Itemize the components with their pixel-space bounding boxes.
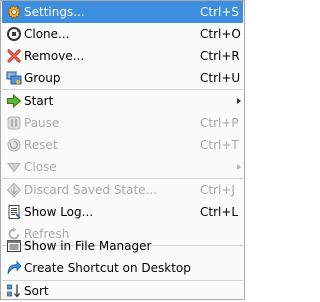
menu-item-shortcut: Ctrl+P <box>200 116 239 130</box>
start-arrow-icon <box>6 93 22 109</box>
menu-item-label: Clone... <box>24 27 70 41</box>
menu-item-settings[interactable]: Settings... Ctrl+S <box>2 1 243 23</box>
remove-icon <box>6 48 22 64</box>
menu-item-show-in-file-manager[interactable]: Show in File Manager <box>2 235 243 257</box>
menu-item-sort[interactable]: Sort <box>2 280 243 302</box>
context-menu: Settings... Ctrl+S Clone... Ctrl+O Remov… <box>0 0 245 300</box>
menu-item-label: Reset <box>24 138 58 152</box>
group-icon <box>6 70 22 86</box>
clone-icon <box>6 26 22 42</box>
menu-item-shortcut: Ctrl+R <box>200 49 240 63</box>
close-icon <box>6 159 22 175</box>
menu-item-discard-saved-state: Discard Saved State... Ctrl+J <box>2 179 243 201</box>
menu-item-label: Pause <box>24 116 60 130</box>
menu-item-show-log[interactable]: Show Log... Ctrl+L <box>2 201 243 223</box>
reset-icon <box>6 137 22 153</box>
menu-item-label: Show Log... <box>24 205 94 219</box>
menu-item-label: Close <box>24 160 57 174</box>
menu-item-group[interactable]: Group Ctrl+U <box>2 67 243 89</box>
menu-item-label: Settings... <box>24 5 85 19</box>
menu-item-label: Show in File Manager <box>24 239 152 253</box>
file-manager-icon <box>6 238 22 254</box>
menu-item-shortcut: Ctrl+S <box>200 5 240 19</box>
menu-item-label: Create Shortcut on Desktop <box>24 261 191 275</box>
submenu-arrow-icon <box>237 98 241 104</box>
submenu-arrow-icon <box>237 164 241 170</box>
menu-item-create-shortcut-on-desktop[interactable]: Create Shortcut on Desktop <box>2 257 243 279</box>
menu-item-label: Group <box>24 71 61 85</box>
menu-item-label: Sort <box>24 284 49 298</box>
gear-icon <box>6 4 22 20</box>
pause-icon <box>6 115 22 131</box>
menu-item-shortcut: Ctrl+L <box>200 205 239 219</box>
menu-item-label: Remove... <box>24 49 85 63</box>
log-icon <box>6 204 22 220</box>
desktop-shortcut-icon <box>6 260 22 276</box>
menu-item-start[interactable]: Start <box>2 90 243 112</box>
menu-item-label: Start <box>24 94 54 108</box>
menu-item-remove[interactable]: Remove... Ctrl+R <box>2 45 243 67</box>
menu-item-shortcut: Ctrl+J <box>200 183 235 197</box>
menu-item-label: Discard Saved State... <box>24 183 158 197</box>
menu-item-reset: Reset Ctrl+T <box>2 134 243 156</box>
menu-item-shortcut: Ctrl+U <box>200 71 241 85</box>
menu-item-pause: Pause Ctrl+P <box>2 112 243 134</box>
discard-icon <box>6 182 22 198</box>
menu-item-close: Close <box>2 156 243 178</box>
menu-item-shortcut: Ctrl+T <box>200 138 239 152</box>
menu-item-clone[interactable]: Clone... Ctrl+O <box>2 23 243 45</box>
menu-item-shortcut: Ctrl+O <box>200 27 241 41</box>
sort-icon <box>6 283 22 299</box>
